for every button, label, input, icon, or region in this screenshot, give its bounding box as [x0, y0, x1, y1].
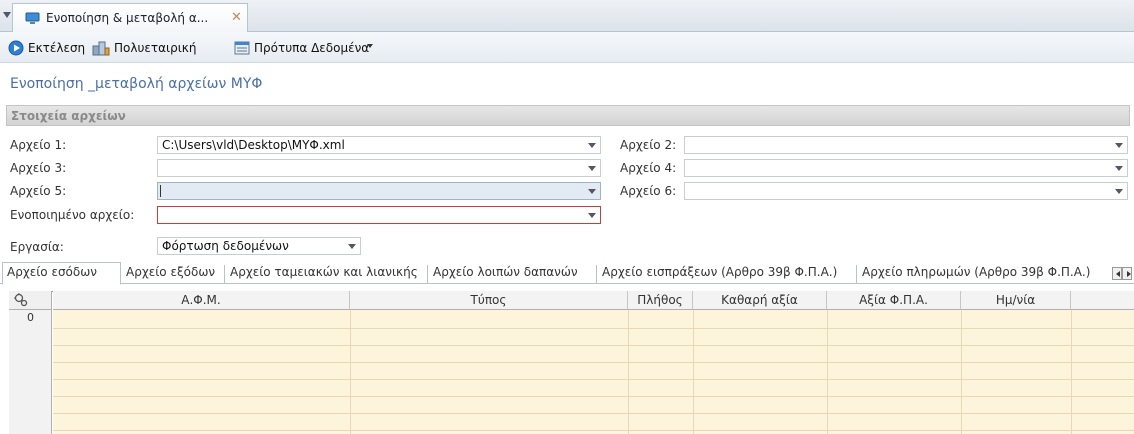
grid-row-line [53, 430, 1134, 431]
tabs-scroll-right-button[interactable] [1122, 267, 1132, 280]
row-indicator-column [9, 310, 52, 434]
file4-label: Αρχείο 4: [620, 161, 677, 175]
dropdown-arrow-icon[interactable] [588, 166, 596, 171]
document-tab-icon [25, 12, 40, 24]
task-label: Εργασία: [10, 240, 64, 254]
file6-combobox[interactable] [684, 182, 1128, 200]
toolbar: Εκτέλεση Πολυεταιρική Πρότυπα Δεδομένα [0, 32, 1134, 63]
file-type-tabs: Αρχείο εσόδων Αρχείο εξόδων Αρχείο ταμει… [0, 262, 1134, 285]
file4-combobox[interactable] [684, 159, 1128, 177]
section-header: Στοιχεία αρχείων [6, 105, 1130, 126]
grid-row-line [53, 396, 1134, 397]
grid-row-line [53, 413, 1134, 414]
dropdown-arrow-icon[interactable] [1115, 166, 1123, 171]
column-header-vat-value[interactable]: Αξία Φ.Π.Α. [827, 291, 961, 310]
tab-income-file[interactable]: Αρχείο εσόδων [2, 262, 121, 285]
tab-payments-file[interactable]: Αρχείο πληρωμών (Αρθρο 39β Φ.Π.Α.) [858, 265, 1122, 284]
grid-row-line [53, 362, 1134, 363]
column-header-count[interactable]: Πλήθος [628, 291, 693, 310]
template-data-label: Πρότυπα Δεδομένα [254, 41, 370, 55]
merged-file-label: Ενοποιημένο αρχείο: [10, 208, 135, 222]
execute-icon [8, 40, 24, 56]
grid-row-line [53, 328, 1134, 329]
tab-cash-retail-file[interactable]: Αρχείο ταμειακών και λιανικής [226, 265, 428, 284]
dropdown-arrow-icon[interactable] [588, 189, 596, 194]
file1-label: Αρχείο 1: [10, 138, 67, 152]
grid-column-line [961, 310, 962, 434]
tab-other-expenses-file[interactable]: Αρχείο λοιπών δαπανών [429, 265, 597, 284]
document-tab[interactable]: Ενοποίηση & μεταβολή α... ✕ [12, 3, 248, 32]
grid-settings-button[interactable] [9, 291, 52, 310]
task-combobox[interactable]: Φόρτωση δεδομένων [157, 237, 361, 255]
grid-row-line [53, 345, 1134, 346]
grid-column-line [827, 310, 828, 434]
template-data-button[interactable]: Πρότυπα Δεδομένα [234, 39, 369, 57]
execute-label: Εκτέλεση [28, 41, 86, 55]
close-icon[interactable]: ✕ [231, 10, 242, 25]
execute-button[interactable]: Εκτέλεση [8, 39, 85, 57]
file1-combobox[interactable]: C:\Users\vld\Desktop\ΜΥΦ.xml [157, 136, 601, 154]
dropdown-arrow-icon[interactable] [1115, 189, 1123, 194]
template-data-icon [234, 41, 250, 55]
section-title: Στοιχεία αρχείων [11, 109, 126, 123]
dropdown-arrow-icon[interactable] [1115, 143, 1123, 148]
grid-row-line [53, 379, 1134, 380]
toolbar-dropdown-arrow-icon[interactable] [367, 44, 373, 48]
dropdown-arrow-icon[interactable] [588, 213, 596, 218]
chevron-right-icon [1127, 271, 1131, 277]
tabs-scroll-left-button[interactable] [1112, 267, 1122, 280]
file6-label: Αρχείο 6: [620, 184, 677, 198]
multi-company-label: Πολυεταιρική [114, 41, 197, 55]
file5-combobox[interactable] [157, 182, 601, 200]
grid-column-line [628, 310, 629, 434]
chevron-left-icon [1116, 271, 1120, 277]
file3-combobox[interactable] [157, 159, 601, 177]
file2-combobox[interactable] [684, 136, 1128, 154]
tab-receipts-file[interactable]: Αρχείο εισπράξεων (Αρθρο 39β Φ.Π.Α.) [598, 265, 857, 284]
multi-company-icon [92, 41, 110, 56]
tab-menu-arrow-icon[interactable] [3, 12, 11, 18]
file3-label: Αρχείο 3: [10, 161, 67, 175]
document-tab-label: Ενοποίηση & μεταβολή α... [46, 11, 209, 25]
grid-settings-icon [14, 293, 28, 307]
multi-company-button[interactable]: Πολυεταιρική [92, 39, 196, 57]
file5-label: Αρχείο 5: [10, 184, 67, 198]
row-number: 0 [27, 311, 34, 324]
tab-expenses-file[interactable]: Αρχείο εξόδων [122, 265, 225, 284]
task-value: Φόρτωση δεδομένων [162, 239, 289, 253]
document-tabstrip: Ενοποίηση & μεταβολή α... ✕ [0, 0, 1134, 32]
page-title: Ενοποίηση _μεταβολή αρχείων ΜΥΦ [10, 76, 263, 92]
grid-column-line [350, 310, 351, 434]
column-header-date[interactable]: Ημ/νία [961, 291, 1071, 310]
file1-value: C:\Users\vld\Desktop\ΜΥΦ.xml [162, 138, 345, 152]
column-header-type[interactable]: Τύπος [350, 291, 628, 310]
grid-column-line [693, 310, 694, 434]
file2-label: Αρχείο 2: [620, 138, 677, 152]
merged-file-combobox[interactable] [157, 206, 601, 224]
column-header-afm[interactable]: Α.Φ.Μ. [53, 291, 350, 310]
column-header-empty [1071, 291, 1134, 310]
column-header-net-value[interactable]: Καθαρή αξία [693, 291, 827, 310]
grid-column-line [1071, 310, 1072, 434]
dropdown-arrow-icon[interactable] [588, 143, 596, 148]
text-caret [160, 185, 161, 197]
dropdown-arrow-icon[interactable] [348, 244, 356, 249]
